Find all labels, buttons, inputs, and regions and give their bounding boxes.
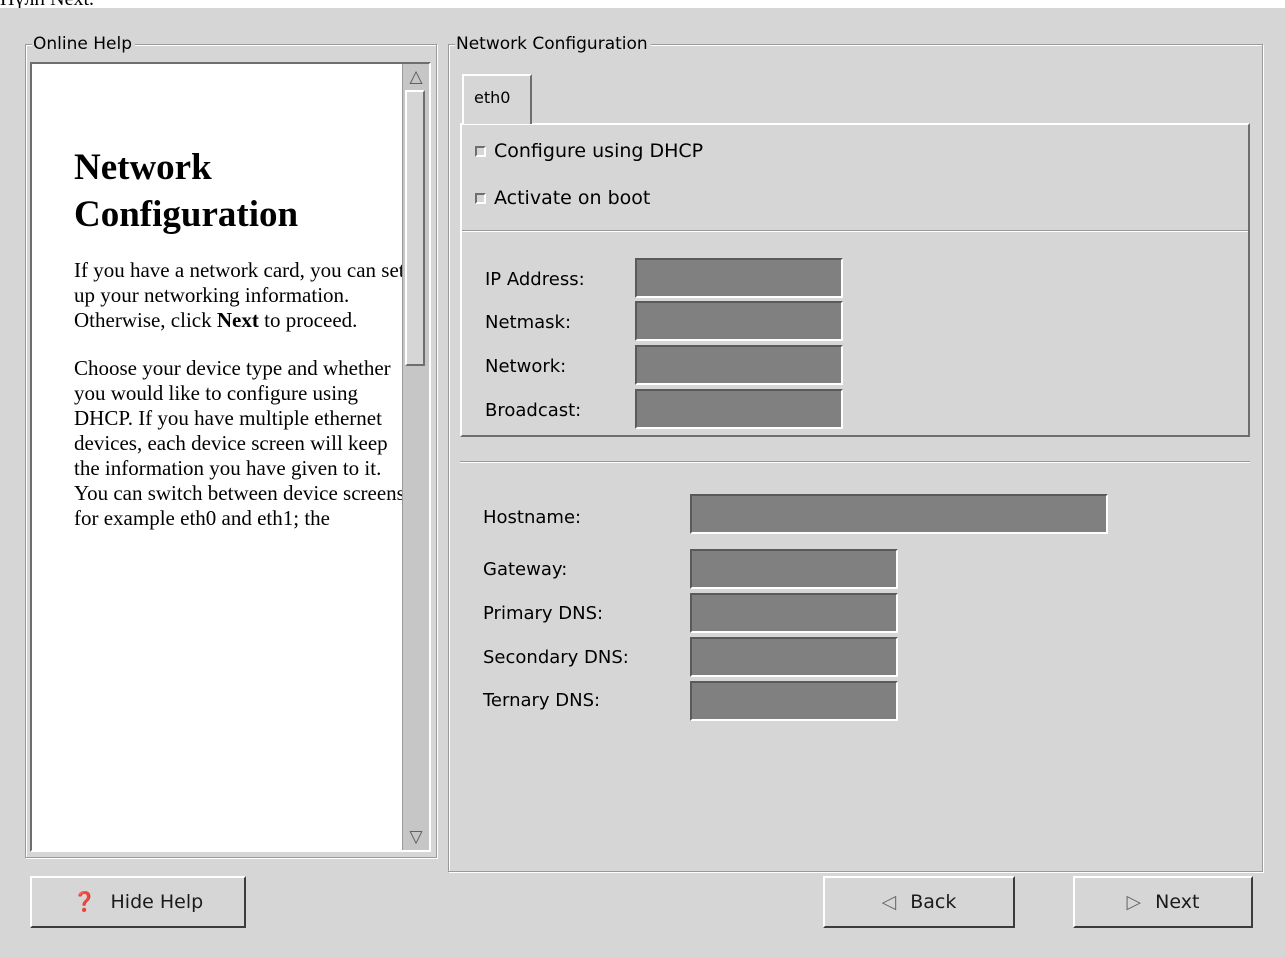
help-scrollbar[interactable]: △ ▽: [402, 64, 429, 850]
page-caption: Нүлп Next.: [0, 0, 94, 8]
gateway-field[interactable]: [690, 549, 898, 589]
back-label: Back: [910, 891, 957, 913]
ternary-dns-label: Ternary DNS:: [483, 690, 601, 711]
help-icon: ❓: [72, 891, 97, 913]
dhcp-label: Configure using DHCP: [494, 140, 704, 162]
boot-checkbox-row[interactable]: Activate on boot: [475, 186, 650, 210]
dhcp-checkbox[interactable]: [475, 146, 486, 157]
help-next-bold: Next: [216, 308, 259, 332]
hide-help-label: Hide Help: [110, 891, 204, 913]
netmask-field[interactable]: [635, 301, 843, 341]
scroll-down-icon[interactable]: ▽: [406, 826, 426, 848]
ip-address-label: IP Address:: [485, 269, 585, 290]
network-config-title: Network Configuration: [455, 34, 651, 54]
broadcast-field[interactable]: [635, 389, 843, 429]
ternary-dns-field[interactable]: [690, 681, 898, 721]
network-label: Network:: [485, 356, 567, 377]
help-content: Network Configuration If you have a netw…: [74, 64, 414, 531]
network-field[interactable]: [635, 345, 843, 385]
dhcp-checkbox-row[interactable]: Configure using DHCP: [475, 139, 703, 163]
panel-divider: [462, 230, 1248, 232]
gateway-label: Gateway:: [483, 559, 568, 580]
scroll-up-icon[interactable]: △: [406, 66, 426, 88]
boot-label: Activate on boot: [494, 187, 651, 209]
help-paragraph-1: If you have a network card, you can set …: [74, 258, 405, 332]
hide-help-button[interactable]: ❓ Hide Help: [30, 876, 246, 928]
hostname-field[interactable]: [690, 494, 1108, 534]
left-triangle-icon: ◁: [881, 891, 897, 913]
secondary-dns-label: Secondary DNS:: [483, 647, 629, 668]
broadcast-label: Broadcast:: [485, 400, 582, 421]
ip-address-field[interactable]: [635, 258, 843, 298]
help-text-area: Network Configuration If you have a netw…: [30, 62, 431, 852]
section-divider: [460, 461, 1250, 463]
help-paragraph-2: Choose your device type and whether you …: [74, 356, 411, 530]
netmask-label: Netmask:: [485, 312, 572, 333]
online-help-title: Online Help: [32, 34, 135, 54]
right-triangle-icon: ▷: [1126, 891, 1142, 913]
installer-window: Online Help Network Configuration If you…: [0, 8, 1285, 958]
primary-dns-label: Primary DNS:: [483, 603, 604, 624]
eth0-tab-panel: Configure using DHCP Activate on boot IP…: [460, 123, 1250, 437]
scrollbar-thumb[interactable]: [405, 90, 425, 366]
next-button[interactable]: ▷ Next: [1073, 876, 1253, 928]
primary-dns-field[interactable]: [690, 593, 898, 633]
next-label: Next: [1155, 891, 1200, 913]
help-heading: Network Configuration: [74, 147, 299, 235]
hostname-label: Hostname:: [483, 507, 582, 528]
boot-checkbox[interactable]: [475, 193, 486, 204]
back-button[interactable]: ◁ Back: [823, 876, 1015, 928]
tab-eth0[interactable]: eth0: [462, 74, 532, 124]
secondary-dns-field[interactable]: [690, 637, 898, 677]
